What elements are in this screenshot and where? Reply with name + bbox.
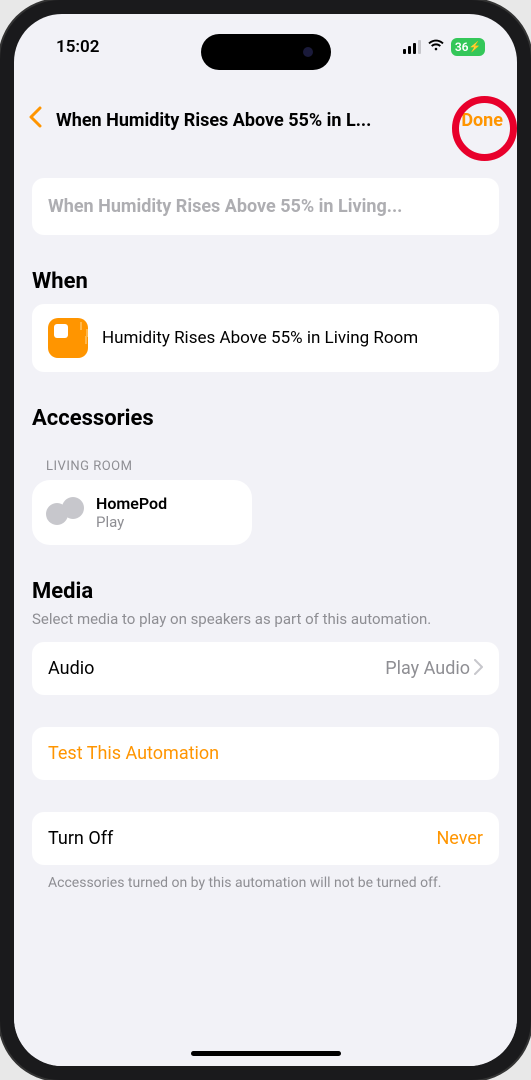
homepod-icon	[46, 497, 84, 529]
done-button[interactable]: Done	[461, 110, 503, 131]
when-condition-row[interactable]: Humidity Rises Above 55% in Living Room	[32, 304, 499, 372]
turn-off-footer: Accessories turned on by this automation…	[32, 865, 499, 891]
sensor-icon	[48, 318, 88, 358]
home-indicator[interactable]	[191, 1051, 341, 1056]
accessory-name: HomePod	[96, 494, 167, 513]
battery-icon: 36⚡	[451, 38, 485, 56]
sheet-header: When Humidity Rises Above 55% in L... Do…	[14, 90, 517, 150]
accessories-section-title: Accessories	[32, 406, 499, 431]
back-button[interactable]	[28, 106, 52, 134]
automation-name-field[interactable]: When Humidity Rises Above 55% in Living.…	[32, 178, 499, 235]
phone-screen: 15:02 36⚡ When Humidity Rises Above 55% …	[14, 14, 517, 1066]
when-condition-text: Humidity Rises Above 55% in Living Room	[102, 328, 418, 348]
audio-row[interactable]: Audio Play Audio	[32, 642, 499, 695]
page-title: When Humidity Rises Above 55% in L...	[52, 110, 461, 131]
audio-value: Play Audio	[385, 658, 483, 679]
accessory-status: Play	[96, 513, 167, 531]
room-label: LIVING ROOM	[32, 459, 499, 474]
signal-icon	[403, 40, 421, 54]
test-automation-button[interactable]: Test This Automation	[32, 727, 499, 780]
chevron-right-icon	[474, 659, 483, 679]
automation-sheet: When Humidity Rises Above 55% in L... Do…	[14, 90, 517, 1066]
phone-frame: 15:02 36⚡ When Humidity Rises Above 55% …	[0, 0, 531, 1080]
audio-label: Audio	[48, 658, 94, 679]
test-label: Test This Automation	[48, 743, 483, 764]
status-time: 15:02	[56, 37, 99, 57]
turn-off-value: Never	[436, 828, 483, 849]
name-placeholder: When Humidity Rises Above 55% in Living.…	[48, 196, 483, 217]
turn-off-row[interactable]: Turn Off Never	[32, 812, 499, 865]
accessory-homepod[interactable]: HomePod Play	[32, 480, 252, 545]
media-subtitle: Select media to play on speakers as part…	[32, 610, 499, 628]
media-section-title: Media	[32, 579, 499, 604]
turn-off-label: Turn Off	[48, 828, 113, 849]
when-section-title: When	[32, 269, 499, 294]
dynamic-island	[201, 34, 331, 70]
wifi-icon	[427, 37, 445, 57]
